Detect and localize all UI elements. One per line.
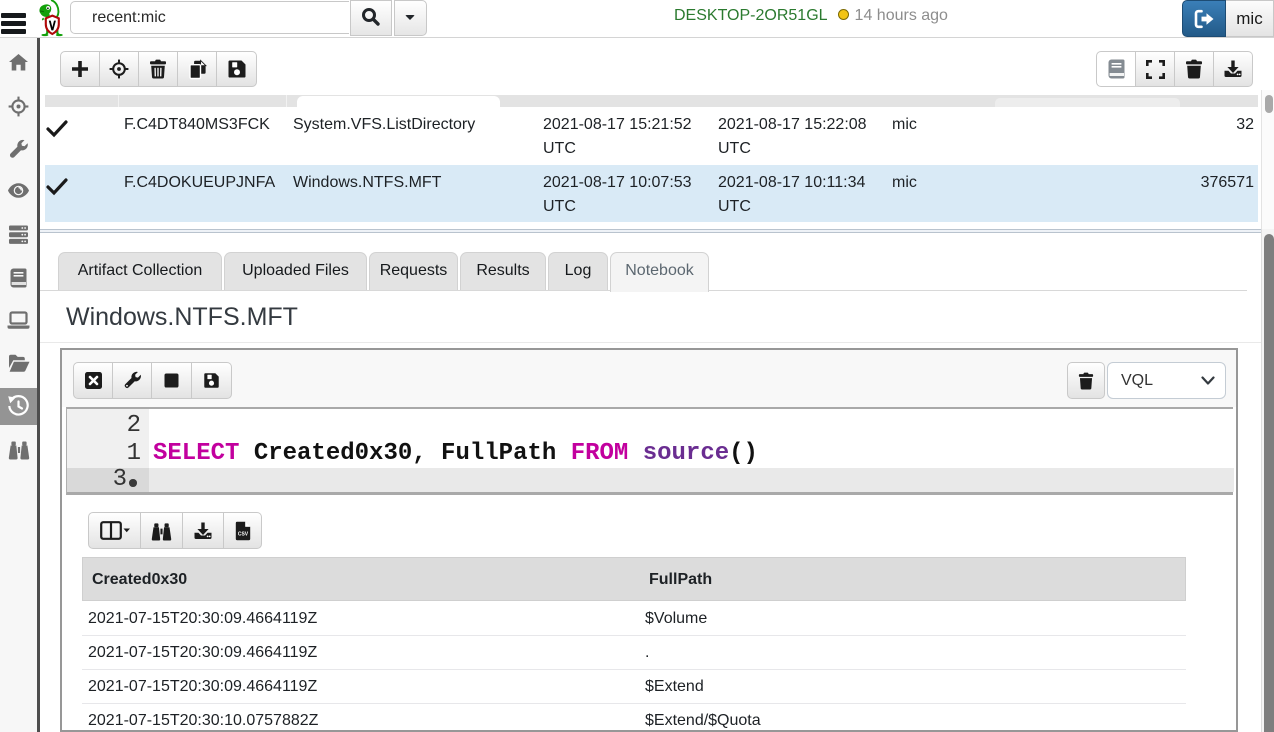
svg-text:CSV: CSV <box>237 531 248 537</box>
